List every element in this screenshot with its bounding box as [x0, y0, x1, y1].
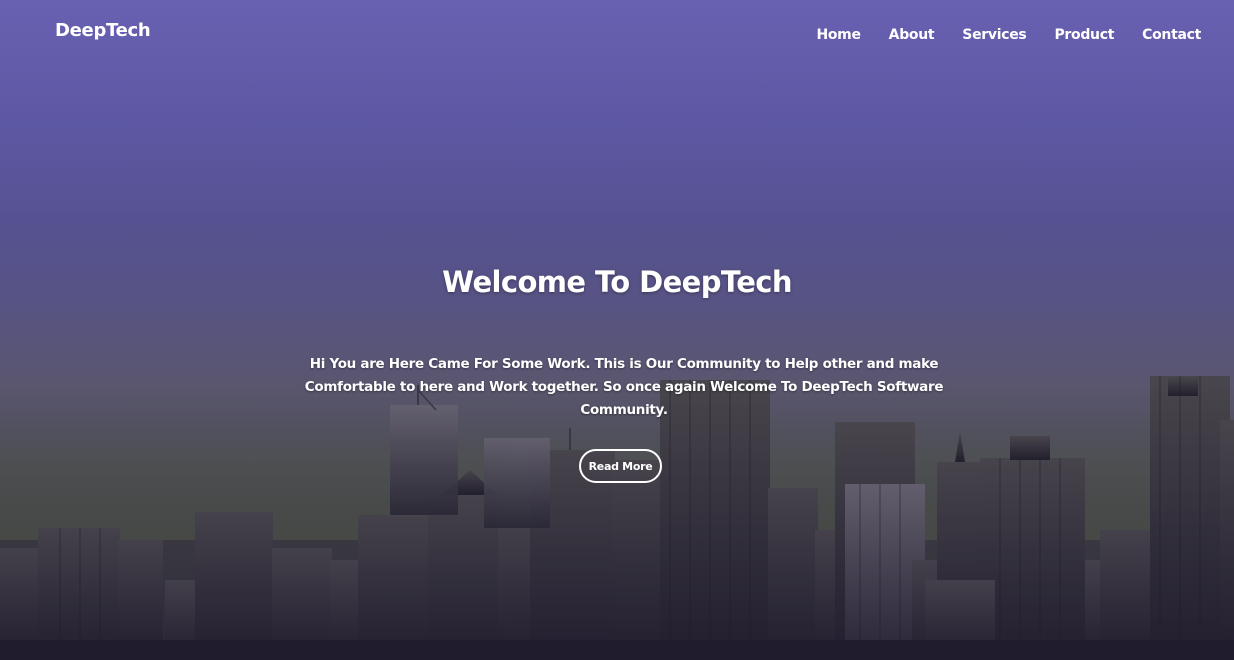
brand-logo[interactable]: DeepTech — [55, 20, 151, 41]
hero-section — [0, 0, 1234, 660]
hero-title: Welcome To DeepTech — [442, 265, 792, 299]
nav-link-services[interactable]: Services — [962, 27, 1026, 43]
nav-link-about[interactable]: About — [889, 27, 935, 43]
hero-description: Hi You are Here Came For Some Work. This… — [304, 356, 944, 418]
nav-link-product[interactable]: Product — [1054, 27, 1114, 43]
read-more-button[interactable]: Read More — [579, 449, 662, 483]
navbar: DeepTech Home About Services Product Con… — [0, 0, 1234, 70]
nav-link-contact[interactable]: Contact — [1142, 27, 1201, 43]
nav-menu: Home About Services Product Contact — [816, 24, 1201, 43]
nav-link-home[interactable]: Home — [816, 27, 861, 43]
color-overlay — [0, 0, 1234, 660]
